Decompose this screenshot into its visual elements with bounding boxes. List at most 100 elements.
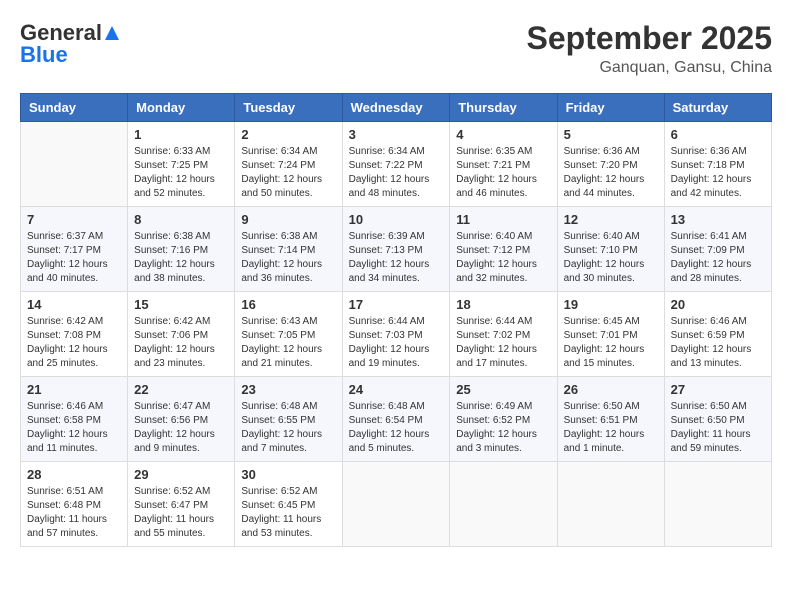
day-info: Sunrise: 6:48 AM Sunset: 6:55 PM Dayligh… bbox=[241, 400, 335, 456]
day-info: Sunrise: 6:52 AM Sunset: 6:47 PM Dayligh… bbox=[134, 485, 228, 541]
calendar-day-cell bbox=[342, 462, 450, 547]
day-number: 12 bbox=[564, 212, 658, 227]
day-of-week-header: Thursday bbox=[450, 94, 557, 122]
calendar-week-row: 28 Sunrise: 6:51 AM Sunset: 6:48 PM Dayli… bbox=[21, 462, 772, 547]
day-of-week-header: Tuesday bbox=[235, 94, 342, 122]
day-info: Sunrise: 6:42 AM Sunset: 7:06 PM Dayligh… bbox=[134, 315, 228, 371]
calendar-day-cell: 2Sunrise: 6:34 AM Sunset: 7:24 PM Daylig… bbox=[235, 122, 342, 207]
day-number: 9 bbox=[241, 212, 335, 227]
day-number: 22 bbox=[134, 382, 228, 397]
day-info: Sunrise: 6:42 AM Sunset: 7:08 PM Dayligh… bbox=[27, 315, 121, 371]
calendar-day-cell bbox=[450, 462, 557, 547]
calendar-day-cell: 7 Sunrise: 6:37 AM Sunset: 7:17 PM Daylig… bbox=[21, 207, 128, 292]
day-info: Sunrise: 6:45 AM Sunset: 7:01 PM Dayligh… bbox=[564, 315, 658, 371]
calendar-week-row: 14Sunrise: 6:42 AM Sunset: 7:08 PM Dayli… bbox=[21, 292, 772, 377]
calendar-day-cell: 22 Sunrise: 6:47 AM Sunset: 6:56 PM Dayli… bbox=[128, 377, 235, 462]
title-block: September 2025 Ganquan, Gansu, China bbox=[527, 20, 772, 77]
day-info: Sunrise: 6:37 AM Sunset: 7:17 PM Dayligh… bbox=[27, 230, 121, 286]
day-number: 4 bbox=[456, 127, 550, 142]
day-number: 8 bbox=[134, 212, 228, 227]
calendar-day-cell: 12 Sunrise: 6:40 AM Sunset: 7:10 PM Dayli… bbox=[557, 207, 664, 292]
day-info: Sunrise: 6:44 AM Sunset: 7:02 PM Dayligh… bbox=[456, 315, 550, 371]
day-info: Sunrise: 6:38 AM Sunset: 7:14 PM Dayligh… bbox=[241, 230, 335, 286]
day-number: 28 bbox=[27, 467, 121, 482]
day-number: 20 bbox=[671, 297, 765, 312]
calendar-day-cell: 26 Sunrise: 6:50 AM Sunset: 6:51 PM Dayli… bbox=[557, 377, 664, 462]
calendar-day-cell: 9 Sunrise: 6:38 AM Sunset: 7:14 PM Daylig… bbox=[235, 207, 342, 292]
day-number: 25 bbox=[456, 382, 550, 397]
calendar-week-row: 1 Sunrise: 6:33 AM Sunset: 7:25 PM Daylig… bbox=[21, 122, 772, 207]
day-info: Sunrise: 6:50 AM Sunset: 6:50 PM Dayligh… bbox=[671, 400, 765, 456]
calendar-day-cell: 14Sunrise: 6:42 AM Sunset: 7:08 PM Dayli… bbox=[21, 292, 128, 377]
logo-blue-text: Blue bbox=[20, 42, 68, 68]
day-of-week-header: Wednesday bbox=[342, 94, 450, 122]
calendar-day-cell: 23 Sunrise: 6:48 AM Sunset: 6:55 PM Dayli… bbox=[235, 377, 342, 462]
calendar-day-cell: 28 Sunrise: 6:51 AM Sunset: 6:48 PM Dayli… bbox=[21, 462, 128, 547]
calendar-day-cell: 10 Sunrise: 6:39 AM Sunset: 7:13 PM Dayli… bbox=[342, 207, 450, 292]
day-info: Sunrise: 6:51 AM Sunset: 6:48 PM Dayligh… bbox=[27, 485, 121, 541]
day-number: 24 bbox=[349, 382, 444, 397]
calendar-day-cell: 30Sunrise: 6:52 AM Sunset: 6:45 PM Dayli… bbox=[235, 462, 342, 547]
day-of-week-header: Saturday bbox=[664, 94, 771, 122]
day-number: 6 bbox=[671, 127, 765, 142]
day-info: Sunrise: 6:49 AM Sunset: 6:52 PM Dayligh… bbox=[456, 400, 550, 456]
calendar-day-cell: 27Sunrise: 6:50 AM Sunset: 6:50 PM Dayli… bbox=[664, 377, 771, 462]
calendar-day-cell: 16 Sunrise: 6:43 AM Sunset: 7:05 PM Dayli… bbox=[235, 292, 342, 377]
calendar-day-cell: 4 Sunrise: 6:35 AM Sunset: 7:21 PM Daylig… bbox=[450, 122, 557, 207]
calendar-day-cell: 25 Sunrise: 6:49 AM Sunset: 6:52 PM Dayli… bbox=[450, 377, 557, 462]
calendar-day-cell bbox=[557, 462, 664, 547]
day-info: Sunrise: 6:47 AM Sunset: 6:56 PM Dayligh… bbox=[134, 400, 228, 456]
calendar-week-row: 21 Sunrise: 6:46 AM Sunset: 6:58 PM Dayli… bbox=[21, 377, 772, 462]
calendar-week-row: 7 Sunrise: 6:37 AM Sunset: 7:17 PM Daylig… bbox=[21, 207, 772, 292]
page-header: General Blue September 2025 Ganquan, Gan… bbox=[20, 20, 772, 77]
day-number: 30 bbox=[241, 467, 335, 482]
calendar-day-cell: 17 Sunrise: 6:44 AM Sunset: 7:03 PM Dayli… bbox=[342, 292, 450, 377]
day-of-week-header: Monday bbox=[128, 94, 235, 122]
day-number: 23 bbox=[241, 382, 335, 397]
calendar-day-cell: 8 Sunrise: 6:38 AM Sunset: 7:16 PM Daylig… bbox=[128, 207, 235, 292]
day-info: Sunrise: 6:46 AM Sunset: 6:58 PM Dayligh… bbox=[27, 400, 121, 456]
calendar-day-cell: 29 Sunrise: 6:52 AM Sunset: 6:47 PM Dayli… bbox=[128, 462, 235, 547]
day-number: 17 bbox=[349, 297, 444, 312]
calendar-day-cell: 24 Sunrise: 6:48 AM Sunset: 6:54 PM Dayli… bbox=[342, 377, 450, 462]
day-info: Sunrise: 6:36 AM Sunset: 7:20 PM Dayligh… bbox=[564, 145, 658, 201]
month-title: September 2025 bbox=[527, 20, 772, 57]
day-number: 5 bbox=[564, 127, 658, 142]
day-info: Sunrise: 6:44 AM Sunset: 7:03 PM Dayligh… bbox=[349, 315, 444, 371]
calendar-day-cell: 19Sunrise: 6:45 AM Sunset: 7:01 PM Dayli… bbox=[557, 292, 664, 377]
day-number: 11 bbox=[456, 212, 550, 227]
day-number: 18 bbox=[456, 297, 550, 312]
calendar-header-row: SundayMondayTuesdayWednesdayThursdayFrid… bbox=[21, 94, 772, 122]
calendar-day-cell: 13Sunrise: 6:41 AM Sunset: 7:09 PM Dayli… bbox=[664, 207, 771, 292]
logo-icon bbox=[103, 24, 121, 42]
calendar-table: SundayMondayTuesdayWednesdayThursdayFrid… bbox=[20, 93, 772, 547]
day-number: 15 bbox=[134, 297, 228, 312]
calendar-day-cell: 11Sunrise: 6:40 AM Sunset: 7:12 PM Dayli… bbox=[450, 207, 557, 292]
day-info: Sunrise: 6:43 AM Sunset: 7:05 PM Dayligh… bbox=[241, 315, 335, 371]
day-number: 7 bbox=[27, 212, 121, 227]
day-of-week-header: Friday bbox=[557, 94, 664, 122]
day-number: 3 bbox=[349, 127, 444, 142]
calendar-day-cell: 15 Sunrise: 6:42 AM Sunset: 7:06 PM Dayli… bbox=[128, 292, 235, 377]
day-number: 29 bbox=[134, 467, 228, 482]
day-info: Sunrise: 6:39 AM Sunset: 7:13 PM Dayligh… bbox=[349, 230, 444, 286]
day-info: Sunrise: 6:34 AM Sunset: 7:22 PM Dayligh… bbox=[349, 145, 444, 201]
calendar-day-cell: 18 Sunrise: 6:44 AM Sunset: 7:02 PM Dayli… bbox=[450, 292, 557, 377]
day-number: 10 bbox=[349, 212, 444, 227]
day-number: 16 bbox=[241, 297, 335, 312]
day-number: 21 bbox=[27, 382, 121, 397]
day-info: Sunrise: 6:48 AM Sunset: 6:54 PM Dayligh… bbox=[349, 400, 444, 456]
day-info: Sunrise: 6:38 AM Sunset: 7:16 PM Dayligh… bbox=[134, 230, 228, 286]
day-info: Sunrise: 6:33 AM Sunset: 7:25 PM Dayligh… bbox=[134, 145, 228, 201]
calendar-day-cell: 5 Sunrise: 6:36 AM Sunset: 7:20 PM Daylig… bbox=[557, 122, 664, 207]
day-info: Sunrise: 6:35 AM Sunset: 7:21 PM Dayligh… bbox=[456, 145, 550, 201]
day-number: 26 bbox=[564, 382, 658, 397]
day-info: Sunrise: 6:40 AM Sunset: 7:10 PM Dayligh… bbox=[564, 230, 658, 286]
calendar-day-cell: 1 Sunrise: 6:33 AM Sunset: 7:25 PM Daylig… bbox=[128, 122, 235, 207]
day-info: Sunrise: 6:50 AM Sunset: 6:51 PM Dayligh… bbox=[564, 400, 658, 456]
day-info: Sunrise: 6:36 AM Sunset: 7:18 PM Dayligh… bbox=[671, 145, 765, 201]
calendar-day-cell: 20Sunrise: 6:46 AM Sunset: 6:59 PM Dayli… bbox=[664, 292, 771, 377]
logo: General Blue bbox=[20, 20, 122, 68]
calendar-day-cell: 21 Sunrise: 6:46 AM Sunset: 6:58 PM Dayli… bbox=[21, 377, 128, 462]
day-number: 1 bbox=[134, 127, 228, 142]
